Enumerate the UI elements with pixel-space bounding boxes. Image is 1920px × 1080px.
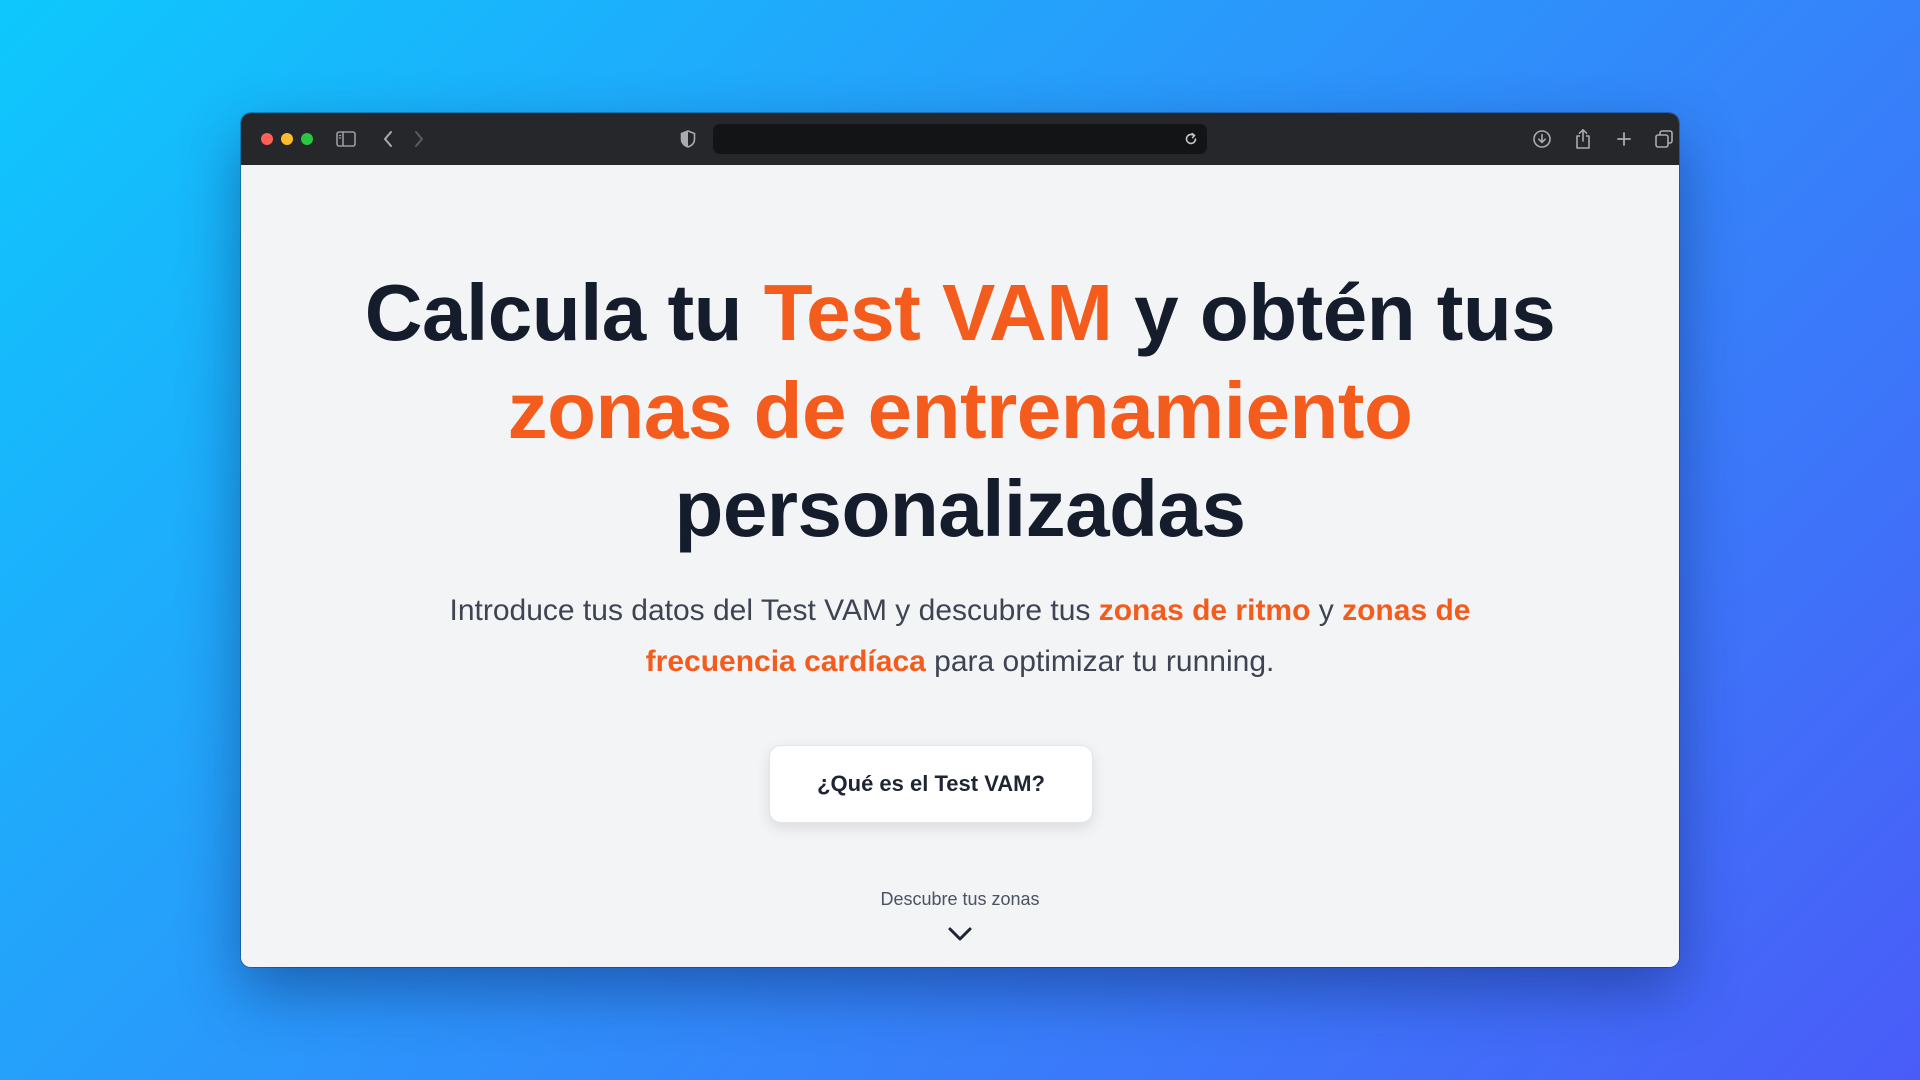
subtitle-text-3: para optimizar tu running. xyxy=(925,645,1275,678)
chevron-left-icon[interactable] xyxy=(376,127,400,151)
hero-headline: Calcula tu Test VAM y obtén tus zonas de… xyxy=(321,264,1599,558)
tabs-overview-icon[interactable] xyxy=(1652,127,1676,151)
scroll-hint-label[interactable]: Descubre tus zonas xyxy=(241,889,1679,910)
headline-text-3: personalizadas xyxy=(674,464,1246,553)
hero-subtitle: Introduce tus datos del Test VAM y descu… xyxy=(421,585,1499,687)
minimize-window-button[interactable] xyxy=(281,133,293,145)
subtitle-text-1: Introduce tus datos del Test VAM y descu… xyxy=(449,594,1099,627)
browser-window: Calcula tu Test VAM y obtén tus zonas de… xyxy=(241,113,1679,967)
headline-text-1: Calcula tu xyxy=(364,268,764,357)
chevron-down-icon[interactable] xyxy=(947,925,973,943)
headline-text-2: y obtén tus xyxy=(1112,268,1556,357)
share-icon[interactable] xyxy=(1571,127,1595,151)
download-icon[interactable] xyxy=(1530,127,1554,151)
close-window-button[interactable] xyxy=(261,133,273,145)
shield-icon[interactable] xyxy=(676,127,700,151)
headline-accent-test-vam: Test VAM xyxy=(763,268,1113,357)
zoom-window-button[interactable] xyxy=(301,133,313,145)
sidebar-icon[interactable] xyxy=(334,127,358,151)
headline-accent-zonas: zonas de entrenamiento xyxy=(507,366,1413,455)
plus-icon[interactable] xyxy=(1612,127,1636,151)
chevron-right-icon[interactable] xyxy=(407,127,431,151)
browser-titlebar xyxy=(241,113,1679,166)
page-content: Calcula tu Test VAM y obtén tus zonas de… xyxy=(241,165,1679,967)
reload-icon[interactable] xyxy=(1179,127,1203,151)
address-bar[interactable] xyxy=(713,124,1207,154)
subtitle-text-2: y xyxy=(1310,594,1343,627)
subtitle-accent-ritmo: zonas de ritmo xyxy=(1098,594,1311,627)
what-is-test-vam-button[interactable]: ¿Qué es el Test VAM? xyxy=(769,745,1093,823)
